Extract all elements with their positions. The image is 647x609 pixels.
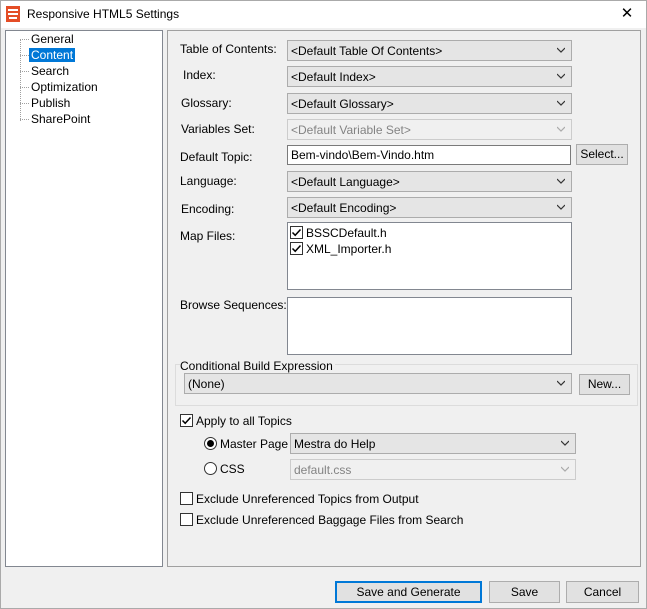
chevron-down-icon	[557, 380, 565, 386]
chevron-down-icon	[557, 204, 565, 210]
title-bar: Responsive HTML5 Settings ✕	[1, 1, 646, 28]
css-dropdown: default.css	[290, 459, 576, 480]
master-page-dropdown[interactable]: Mestra do Help	[290, 433, 576, 454]
map-file-name: BSSCDefault.h	[306, 226, 387, 240]
variables-label: Variables Set:	[181, 122, 255, 136]
cbe-dropdown[interactable]: (None)	[184, 373, 572, 394]
chevron-down-icon	[561, 466, 569, 472]
new-expression-button[interactable]: New...	[579, 374, 630, 395]
checkbox-checked-icon[interactable]	[290, 242, 303, 255]
variables-value: <Default Variable Set>	[291, 123, 411, 137]
tree-item-content[interactable]: Content	[20, 48, 76, 63]
select-topic-button[interactable]: Select...	[576, 144, 628, 165]
language-value: <Default Language>	[291, 175, 400, 189]
default-topic-field[interactable]: Bem-vindo\Bem-Vindo.htm	[287, 145, 571, 165]
tree-item-general[interactable]: General	[20, 32, 76, 47]
css-value: default.css	[294, 463, 352, 477]
index-label: Index:	[183, 68, 216, 82]
cbe-value: (None)	[188, 377, 225, 391]
tree-item-optimization[interactable]: Optimization	[20, 80, 100, 95]
language-dropdown[interactable]: <Default Language>	[287, 171, 572, 192]
exclude-topics-label: Exclude Unreferenced Topics from Output	[196, 492, 419, 506]
save-and-generate-button[interactable]: Save and Generate	[335, 581, 482, 603]
chevron-down-icon	[557, 100, 565, 106]
window-title: Responsive HTML5 Settings	[27, 7, 180, 21]
glossary-value: <Default Glossary>	[291, 97, 394, 111]
browse-sequences-list[interactable]	[287, 297, 572, 355]
language-label: Language:	[180, 174, 237, 188]
map-file-name: XML_Importer.h	[306, 242, 392, 256]
chevron-down-icon	[557, 73, 565, 79]
html5-app-icon	[6, 6, 20, 22]
toc-value: <Default Table Of Contents>	[291, 44, 443, 58]
toc-dropdown[interactable]: <Default Table Of Contents>	[287, 40, 572, 61]
radio-unselected-icon[interactable]	[204, 462, 217, 475]
browse-sequences-label: Browse Sequences:	[180, 298, 287, 312]
tree-item-publish[interactable]: Publish	[20, 96, 72, 111]
settings-dialog: Responsive HTML5 Settings ✕ General Cont…	[0, 0, 647, 609]
master-page-value: Mestra do Help	[294, 437, 376, 451]
index-value: <Default Index>	[291, 70, 376, 84]
chevron-down-icon	[557, 178, 565, 184]
checkbox-unchecked-icon[interactable]	[180, 513, 193, 526]
css-label: CSS	[220, 462, 245, 476]
apply-all-label: Apply to all Topics	[196, 414, 292, 428]
close-icon[interactable]: ✕	[614, 3, 640, 25]
glossary-dropdown[interactable]: <Default Glossary>	[287, 93, 572, 114]
tree-item-search[interactable]: Search	[20, 64, 71, 79]
exclude-topics-option[interactable]: Exclude Unreferenced Topics from Output	[180, 492, 419, 506]
chevron-down-icon	[561, 440, 569, 446]
map-files-list: BSSCDefault.h XML_Importer.h	[287, 222, 572, 290]
master-page-radio[interactable]: Master Page	[204, 437, 288, 451]
toc-label: Table of Contents:	[180, 42, 277, 56]
map-file-item[interactable]: BSSCDefault.h	[290, 226, 387, 240]
apply-all-topics[interactable]: Apply to all Topics	[180, 414, 292, 428]
default-topic-label: Default Topic:	[180, 150, 253, 164]
tree-item-sharepoint[interactable]: SharePoint	[20, 112, 92, 127]
content-panel: Table of Contents: <Default Table Of Con…	[167, 30, 641, 567]
radio-selected-icon[interactable]	[204, 437, 217, 450]
checkbox-checked-icon[interactable]	[180, 414, 193, 427]
settings-tree: General Content Search Optimization Publ…	[5, 30, 163, 567]
variables-dropdown: <Default Variable Set>	[287, 119, 572, 140]
chevron-down-icon	[557, 126, 565, 132]
exclude-baggage-option[interactable]: Exclude Unreferenced Baggage Files from …	[180, 513, 463, 527]
map-file-item[interactable]: XML_Importer.h	[290, 242, 391, 256]
cancel-button[interactable]: Cancel	[566, 581, 639, 603]
glossary-label: Glossary:	[181, 96, 232, 110]
checkbox-checked-icon[interactable]	[290, 226, 303, 239]
checkbox-unchecked-icon[interactable]	[180, 492, 193, 505]
encoding-label: Encoding:	[181, 202, 235, 216]
save-button[interactable]: Save	[489, 581, 560, 603]
encoding-value: <Default Encoding>	[291, 201, 397, 215]
map-files-label: Map Files:	[180, 229, 236, 243]
index-dropdown[interactable]: <Default Index>	[287, 66, 572, 87]
chevron-down-icon	[557, 47, 565, 53]
cbe-label: Conditional Build Expression	[180, 359, 335, 373]
encoding-dropdown[interactable]: <Default Encoding>	[287, 197, 572, 218]
exclude-baggage-label: Exclude Unreferenced Baggage Files from …	[196, 513, 464, 527]
master-page-label: Master Page	[220, 437, 289, 451]
css-radio[interactable]: CSS	[204, 462, 245, 476]
